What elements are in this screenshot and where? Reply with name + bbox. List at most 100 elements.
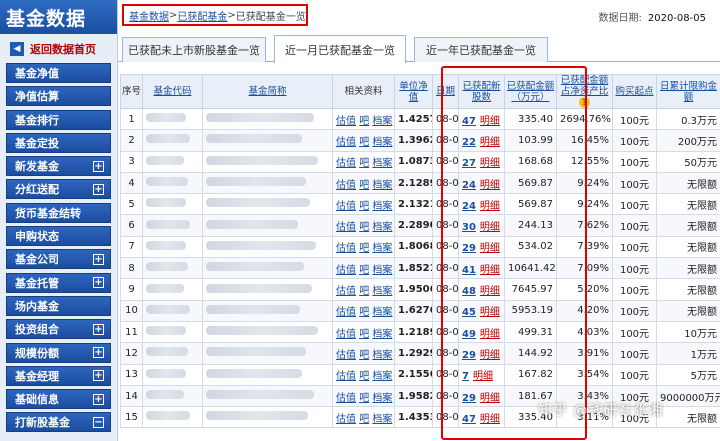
- forum-link[interactable]: 吧: [359, 116, 369, 127]
- ipo-count-link[interactable]: 24: [462, 180, 476, 191]
- header-daily-limit[interactable]: 日累计限购金额: [656, 74, 720, 109]
- estimate-link[interactable]: 估值: [336, 116, 356, 127]
- sidebar-item[interactable]: 申购状态: [6, 226, 111, 247]
- sidebar-item[interactable]: 基础信息 +: [6, 389, 111, 410]
- expand-plus-icon[interactable]: +: [93, 277, 104, 289]
- ipo-count-link[interactable]: 30: [462, 222, 476, 233]
- forum-link[interactable]: 吧: [359, 243, 369, 254]
- expand-plus-icon[interactable]: +: [93, 253, 104, 265]
- forum-link[interactable]: 吧: [359, 180, 369, 191]
- ipo-count-link[interactable]: 27: [462, 158, 476, 169]
- estimate-link[interactable]: 估值: [336, 265, 356, 276]
- forum-link[interactable]: 吧: [359, 222, 369, 233]
- estimate-link[interactable]: 估值: [336, 158, 356, 169]
- ipo-count-link[interactable]: 49: [462, 329, 476, 340]
- forum-link[interactable]: 吧: [359, 393, 369, 404]
- estimate-link[interactable]: 估值: [336, 350, 356, 361]
- detail-link[interactable]: 明细: [480, 307, 500, 318]
- detail-link[interactable]: 明细: [480, 222, 500, 233]
- sidebar-item[interactable]: 基金净值: [6, 63, 111, 83]
- header-allocated-amount[interactable]: 已获配金额（万元）: [504, 74, 557, 109]
- archive-link[interactable]: 档案: [372, 265, 392, 276]
- archive-link[interactable]: 档案: [372, 222, 392, 233]
- estimate-link[interactable]: 估值: [336, 414, 356, 425]
- detail-link[interactable]: 明细: [480, 201, 500, 212]
- archive-link[interactable]: 档案: [372, 243, 392, 254]
- archive-link[interactable]: 档案: [372, 116, 392, 127]
- header-nav[interactable]: 单位净值: [394, 74, 433, 109]
- detail-link[interactable]: 明细: [480, 180, 500, 191]
- ipo-count-link[interactable]: 29: [462, 393, 476, 404]
- ipo-count-link[interactable]: 41: [462, 265, 476, 276]
- sidebar-item[interactable]: 基金排行: [6, 109, 111, 130]
- question-icon[interactable]: ?: [579, 97, 590, 108]
- breadcrumb-allocated-funds[interactable]: 已获配基金: [177, 8, 227, 23]
- archive-link[interactable]: 档案: [372, 137, 392, 148]
- header-fund-code[interactable]: 基金代码: [142, 74, 203, 109]
- back-to-data-home-link[interactable]: ◀ 返回数据首页: [6, 38, 111, 60]
- expand-plus-icon[interactable]: +: [93, 347, 104, 359]
- ipo-count-link[interactable]: 22: [462, 137, 476, 148]
- archive-link[interactable]: 档案: [372, 393, 392, 404]
- breadcrumb-fund-data[interactable]: 基金数据: [129, 8, 169, 23]
- tab-last-month-funds[interactable]: 近一月已获配基金一览: [274, 35, 406, 63]
- sidebar-item[interactable]: 基金经理 +: [6, 365, 111, 386]
- sidebar-item[interactable]: 场内基金: [6, 295, 111, 316]
- estimate-link[interactable]: 估值: [336, 222, 356, 233]
- header-fund-name[interactable]: 基金简称: [202, 74, 333, 109]
- detail-link[interactable]: 明细: [480, 116, 500, 127]
- sidebar-item[interactable]: 打新股基金 −: [6, 412, 111, 433]
- forum-link[interactable]: 吧: [359, 329, 369, 340]
- detail-link[interactable]: 明细: [480, 243, 500, 254]
- archive-link[interactable]: 档案: [372, 307, 392, 318]
- detail-link[interactable]: 明细: [480, 414, 500, 425]
- expand-plus-icon[interactable]: +: [93, 183, 104, 195]
- tab-last-year-funds[interactable]: 近一年已获配基金一览: [414, 37, 548, 62]
- tab-unlisted-ipo-funds[interactable]: 已获配未上市新股基金一览: [122, 37, 266, 62]
- archive-link[interactable]: 档案: [372, 180, 392, 191]
- estimate-link[interactable]: 估值: [336, 180, 356, 191]
- estimate-link[interactable]: 估值: [336, 393, 356, 404]
- expand-plus-icon[interactable]: +: [93, 370, 104, 382]
- forum-link[interactable]: 吧: [359, 201, 369, 212]
- sidebar-item[interactable]: 基金定投: [6, 132, 111, 153]
- sidebar-item[interactable]: 货币基金结转: [6, 202, 111, 223]
- ipo-count-link[interactable]: 48: [462, 286, 476, 297]
- archive-link[interactable]: 档案: [372, 371, 392, 382]
- sidebar-item[interactable]: 投资组合 +: [6, 319, 111, 340]
- sidebar-item[interactable]: 新发基金 +: [6, 156, 111, 177]
- forum-link[interactable]: 吧: [359, 414, 369, 425]
- archive-link[interactable]: 档案: [372, 158, 392, 169]
- estimate-link[interactable]: 估值: [336, 137, 356, 148]
- sidebar-item[interactable]: 净值估算: [6, 86, 111, 107]
- forum-link[interactable]: 吧: [359, 307, 369, 318]
- sidebar-item[interactable]: 基金托管 +: [6, 272, 111, 293]
- ipo-count-link[interactable]: 24: [462, 201, 476, 212]
- detail-link[interactable]: 明细: [480, 137, 500, 148]
- estimate-link[interactable]: 估值: [336, 286, 356, 297]
- expand-plus-icon[interactable]: +: [93, 160, 104, 172]
- estimate-link[interactable]: 估值: [336, 243, 356, 254]
- estimate-link[interactable]: 估值: [336, 371, 356, 382]
- forum-link[interactable]: 吧: [359, 265, 369, 276]
- header-min-purchase[interactable]: 购买起点: [612, 74, 657, 109]
- forum-link[interactable]: 吧: [359, 137, 369, 148]
- archive-link[interactable]: 档案: [372, 350, 392, 361]
- forum-link[interactable]: 吧: [359, 350, 369, 361]
- detail-link[interactable]: 明细: [480, 393, 500, 404]
- forum-link[interactable]: 吧: [359, 286, 369, 297]
- expand-plus-icon[interactable]: +: [93, 393, 104, 405]
- ipo-count-link[interactable]: 47: [462, 414, 476, 425]
- sidebar-item[interactable]: 基金公司 +: [6, 249, 111, 270]
- detail-link[interactable]: 明细: [480, 158, 500, 169]
- header-allocation-ratio[interactable]: 已获配金额占净资产比?: [556, 74, 613, 109]
- site-logo[interactable]: 基金数据: [0, 0, 117, 34]
- sidebar-item[interactable]: 分红送配 +: [6, 179, 111, 200]
- ipo-count-link[interactable]: 45: [462, 307, 476, 318]
- header-date[interactable]: 日期: [432, 74, 459, 109]
- estimate-link[interactable]: 估值: [336, 329, 356, 340]
- ipo-count-link[interactable]: 7: [462, 371, 469, 382]
- forum-link[interactable]: 吧: [359, 158, 369, 169]
- detail-link[interactable]: 明细: [480, 350, 500, 361]
- detail-link[interactable]: 明细: [473, 371, 493, 382]
